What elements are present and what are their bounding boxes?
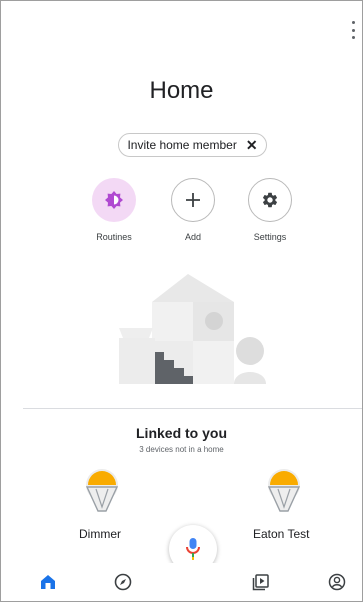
routines-label: Routines [96, 232, 132, 242]
home-icon [41, 575, 55, 589]
bottom-navigation [1, 563, 362, 601]
light-bulb-icon[interactable] [79, 467, 125, 515]
linked-section-subtitle: 3 devices not in a home [139, 445, 224, 454]
add-button[interactable]: Add [157, 178, 229, 242]
settings-label: Settings [253, 232, 287, 242]
page-title: Home [149, 77, 214, 104]
more-options-icon[interactable] [350, 21, 356, 39]
light-bulb-icon[interactable] [261, 467, 307, 515]
linked-section-title: Linked to you [136, 425, 227, 441]
media-icon [252, 574, 269, 591]
gear-icon [248, 178, 292, 222]
account-tab[interactable] [326, 571, 348, 593]
add-label: Add [184, 232, 201, 242]
routines-button[interactable]: Routines [78, 178, 150, 242]
section-divider [23, 408, 362, 409]
routines-icon [92, 178, 136, 222]
mic-icon [186, 538, 200, 560]
plus-icon [171, 178, 215, 222]
media-tab[interactable] [250, 571, 272, 593]
app-window: Home Invite home member ✕ Routines Add S… [0, 0, 363, 602]
compass-icon [114, 573, 132, 591]
home-tab[interactable] [37, 571, 59, 593]
device-name: Dimmer [79, 527, 121, 541]
invite-chip-label: Invite home member [127, 138, 237, 152]
discover-tab[interactable] [112, 571, 134, 593]
close-icon[interactable]: ✕ [246, 137, 258, 154]
settings-button[interactable]: Settings [234, 178, 306, 242]
account-icon [328, 573, 346, 591]
device-name: Eaton Test [253, 527, 310, 541]
invite-home-member-chip[interactable]: Invite home member ✕ [118, 133, 267, 157]
empty-home-illustration [116, 272, 266, 384]
